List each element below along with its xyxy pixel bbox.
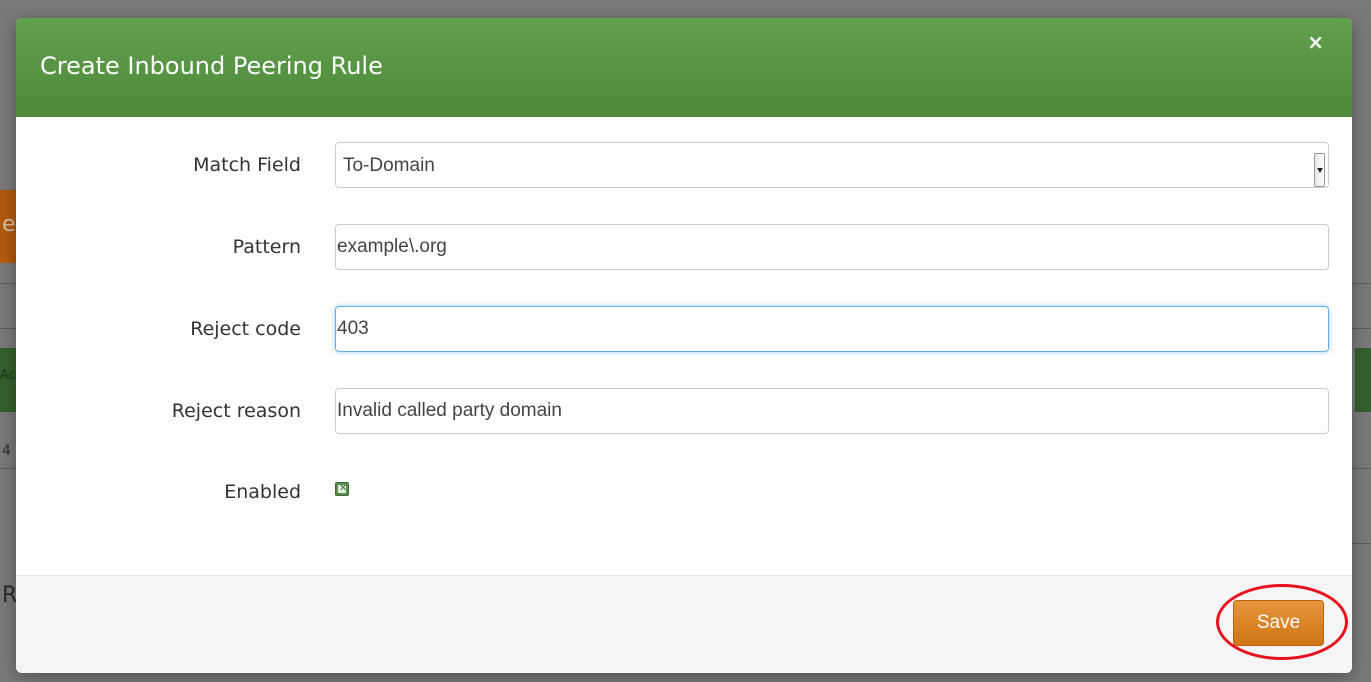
match-field-label: Match Field [193, 154, 301, 176]
background-divider [1352, 468, 1371, 469]
reject-code-row: Reject code [16, 306, 1352, 354]
pattern-label: Pattern [232, 236, 301, 258]
background-fragment-text: 4 [2, 443, 11, 459]
match-field-row: Match Field To-Domain [16, 142, 1352, 190]
background-divider [0, 328, 16, 329]
dropdown-arrow-icon[interactable] [1314, 153, 1325, 187]
pattern-row: Pattern [16, 224, 1352, 272]
close-icon[interactable]: × [1307, 32, 1324, 52]
background-table-header: Ac [0, 348, 16, 412]
reject-reason-label: Reject reason [171, 400, 301, 422]
background-divider [1352, 543, 1371, 544]
match-field-selected-value: To-Domain [343, 155, 435, 176]
background-table-header [1355, 348, 1371, 412]
reject-reason-row: Reject reason [16, 388, 1352, 436]
background-fragment-text: R [2, 583, 18, 608]
pattern-input[interactable] [335, 224, 1329, 270]
dialog-body: Match Field To-Domain Pattern Reject cod… [16, 117, 1352, 576]
enabled-label: Enabled [224, 481, 301, 503]
save-button[interactable]: Save [1233, 600, 1324, 646]
background-divider [1352, 328, 1371, 329]
background-fragment-text: Ac [0, 368, 16, 383]
background-fragment-text: e [2, 212, 16, 237]
background-divider [1352, 283, 1371, 284]
dialog-footer: Save [16, 575, 1352, 673]
background-orange-button: e [0, 190, 16, 263]
background-divider [0, 283, 16, 284]
dialog-header: Create Inbound Peering Rule × [16, 18, 1352, 117]
dialog-title: Create Inbound Peering Rule [40, 52, 383, 80]
check-icon: ✕ [339, 483, 348, 494]
create-rule-dialog: Create Inbound Peering Rule × Match Fiel… [16, 18, 1352, 673]
enabled-row: Enabled ✕ [16, 469, 1352, 517]
background-divider [0, 468, 16, 469]
reject-code-input[interactable] [335, 306, 1329, 352]
reject-reason-input[interactable] [335, 388, 1329, 434]
match-field-select[interactable]: To-Domain [335, 142, 1329, 188]
enabled-checkbox[interactable]: ✕ [335, 482, 349, 496]
reject-code-label: Reject code [190, 318, 301, 340]
